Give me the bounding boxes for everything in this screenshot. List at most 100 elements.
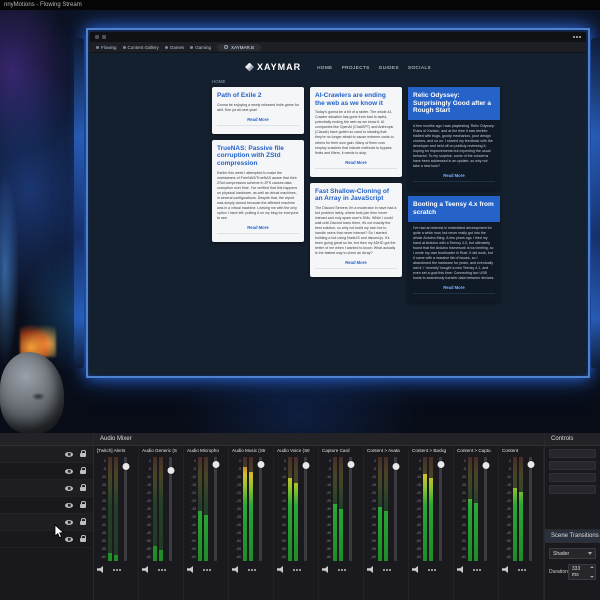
mute-speaker-icon[interactable] [322, 566, 328, 573]
controls-button[interactable] [549, 449, 596, 458]
channel-options-icon[interactable] [518, 568, 520, 571]
channel-options-icon[interactable] [473, 568, 475, 571]
mute-speaker-icon[interactable] [412, 566, 418, 573]
window-titlebar[interactable]: nnyMotions - Flowing Stream [0, 0, 600, 10]
volume-slider[interactable] [392, 457, 399, 561]
channel-options-icon[interactable] [158, 568, 160, 571]
lock-icon[interactable] [80, 535, 86, 543]
bookmark-favicon-icon [164, 45, 168, 49]
mute-speaker-icon[interactable] [97, 566, 103, 573]
bookmark-item[interactable]: Content Gallery [122, 45, 159, 50]
controls-button[interactable] [549, 461, 596, 470]
source-row[interactable] [0, 531, 93, 548]
transition-select[interactable]: Shader [549, 548, 596, 559]
meter-fill [249, 471, 253, 561]
mute-speaker-icon[interactable] [232, 566, 238, 573]
audio-mixer-header[interactable]: Audio Mixer [94, 433, 544, 446]
site-nav-item[interactable]: PROJECTS [342, 65, 370, 70]
source-row[interactable] [0, 497, 93, 514]
channel-options-icon[interactable] [338, 568, 340, 571]
bookmark-item[interactable]: Flowing [96, 45, 117, 50]
lock-icon[interactable] [80, 467, 86, 475]
address-bar[interactable]: XAYMAR.B [217, 43, 261, 51]
volume-slider[interactable] [212, 457, 219, 561]
blog-card: AI-Crawlers are ending the web as we kno… [310, 87, 402, 177]
mute-speaker-icon[interactable] [187, 566, 193, 573]
channel-options-icon[interactable] [428, 568, 430, 571]
visibility-eye-icon[interactable] [65, 468, 73, 474]
spinner-arrows-icon[interactable] [590, 566, 594, 578]
sources-panel-header [0, 433, 93, 446]
mute-speaker-icon[interactable] [277, 566, 283, 573]
volume-slider-handle[interactable] [347, 461, 354, 469]
volume-slider-handle[interactable] [392, 463, 399, 471]
source-row[interactable] [0, 480, 93, 497]
channel-options-icon[interactable] [293, 568, 295, 571]
visibility-eye-icon[interactable] [65, 502, 73, 508]
site-nav-item[interactable]: HOME [317, 65, 333, 70]
lock-icon[interactable] [80, 518, 86, 526]
volume-slider-handle[interactable] [527, 461, 534, 469]
controls-button[interactable] [549, 473, 596, 482]
lock-icon[interactable] [80, 501, 86, 509]
site-nav-item[interactable]: SOCIALS [408, 65, 431, 70]
mute-speaker-icon[interactable] [142, 566, 148, 573]
source-row[interactable] [0, 446, 93, 463]
card-meta [315, 167, 397, 173]
visibility-eye-icon[interactable] [65, 536, 73, 542]
volume-slider-handle[interactable] [482, 462, 489, 470]
volume-slider[interactable] [122, 457, 129, 561]
volume-slider[interactable] [167, 457, 174, 561]
volume-slider[interactable] [482, 457, 489, 561]
channel-name: Content > Backg [412, 448, 447, 453]
bookmark-favicon-icon [190, 45, 194, 49]
channel-options-icon[interactable] [203, 568, 205, 571]
controls-button[interactable] [549, 485, 596, 494]
read-more-link[interactable]: Read More [413, 173, 495, 178]
volume-slider-handle[interactable] [122, 463, 129, 471]
mute-speaker-icon[interactable] [457, 566, 463, 573]
site-nav-item[interactable]: GUIDES [379, 65, 399, 70]
volume-slider-handle[interactable] [257, 461, 264, 469]
read-more-link[interactable]: Read More [413, 285, 495, 290]
mute-speaker-icon[interactable] [502, 566, 508, 573]
card-meta [413, 181, 495, 186]
channel-options-icon[interactable] [383, 568, 385, 571]
volume-slider[interactable] [527, 457, 534, 561]
volume-slider[interactable] [437, 457, 444, 561]
duration-spinner[interactable]: 333 ms [567, 564, 596, 580]
lock-icon[interactable] [80, 450, 86, 458]
visibility-eye-icon[interactable] [65, 451, 73, 457]
window-controls-icon[interactable] [573, 36, 575, 38]
volume-slider[interactable] [257, 457, 264, 561]
controls-header[interactable]: Controls [545, 433, 600, 446]
source-row[interactable] [0, 514, 93, 531]
channel-options-icon[interactable] [248, 568, 250, 571]
read-more-link[interactable]: Read More [315, 260, 397, 265]
volume-slider[interactable] [347, 457, 354, 561]
db-scale: 0 -5 -10 -15 -20 -25 -30 -35 -40 -45 -50… [146, 459, 151, 559]
volume-slider-handle[interactable] [437, 461, 444, 469]
visibility-eye-icon[interactable] [65, 519, 73, 525]
source-row[interactable] [0, 463, 93, 480]
bookmark-item[interactable]: Games [164, 45, 184, 50]
read-more-link[interactable]: Read More [217, 225, 299, 230]
volume-slider-handle[interactable] [302, 462, 309, 470]
volume-slider-handle[interactable] [212, 461, 219, 469]
db-scale: 0 -5 -10 -15 -20 -25 -30 -35 -40 -45 -50… [326, 459, 331, 559]
scene-transitions-header[interactable]: Scene Transitions [545, 530, 600, 543]
browser-menu-icon[interactable] [95, 35, 99, 39]
channel-options-icon[interactable] [113, 568, 115, 571]
lock-icon[interactable] [80, 484, 86, 492]
visibility-eye-icon[interactable] [65, 485, 73, 491]
browser-extensions-icon[interactable] [102, 35, 106, 39]
volume-slider[interactable] [302, 457, 309, 561]
read-more-link[interactable]: Read More [315, 160, 397, 165]
site-logo[interactable]: XAYMAR [245, 62, 301, 72]
volume-slider-handle[interactable] [167, 467, 174, 475]
mute-speaker-icon[interactable] [367, 566, 373, 573]
read-more-link[interactable]: Read More [217, 117, 299, 122]
meter-fill [108, 552, 112, 561]
preview-canvas[interactable]: Flowing Content Gallery Games Gaming XAY… [0, 10, 600, 433]
bookmark-item[interactable]: Gaming [190, 45, 211, 50]
